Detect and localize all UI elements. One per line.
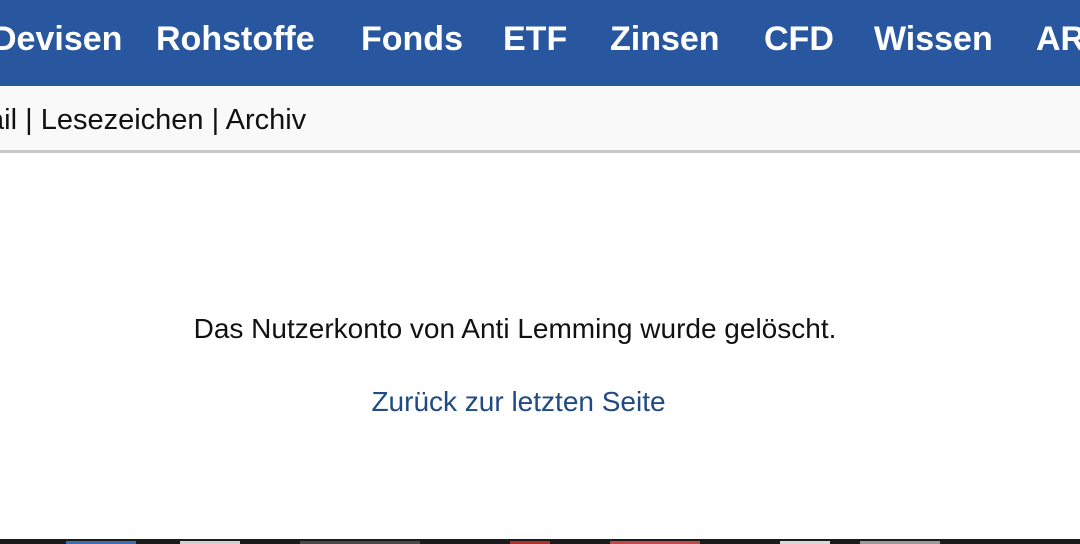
sub-nav-link-lesezeichen[interactable]: Lesezeichen [41, 104, 204, 136]
nav-item-devisen[interactable]: Devisen [0, 18, 122, 60]
nav-item-zinsen[interactable]: Zinsen [610, 18, 720, 60]
top-navigation-bar: Devisen Rohstoffe Fonds ETF Zinsen CFD W… [0, 0, 1080, 86]
back-to-last-page-link[interactable]: Zurück zur letzten Seite [371, 386, 665, 417]
secondary-navigation-bar: ail | Lesezeichen | Archiv [0, 86, 1080, 153]
sub-nav-link-archiv[interactable]: Archiv [226, 104, 307, 136]
nav-item-wissen[interactable]: Wissen [874, 18, 993, 60]
bottom-banner-edge [0, 539, 1080, 544]
account-deleted-message: Das Nutzerkonto von Anti Lemming wurde g… [193, 313, 837, 344]
nav-item-ar[interactable]: AR [1036, 18, 1080, 60]
nav-item-etf[interactable]: ETF [503, 18, 567, 60]
secondary-nav-links: ail | Lesezeichen | Archiv [0, 102, 306, 138]
back-link-row: Zurück zur letzten Seite [0, 384, 1037, 420]
sub-nav-link-email[interactable]: ail [0, 104, 17, 136]
main-content: Das Nutzerkonto von Anti Lemming wurde g… [0, 153, 1080, 539]
nav-item-fonds[interactable]: Fonds [361, 18, 463, 60]
nav-separator: | [211, 104, 220, 136]
nav-item-cfd[interactable]: CFD [764, 18, 834, 60]
nav-item-rohstoffe[interactable]: Rohstoffe [156, 18, 315, 60]
nav-separator: | [25, 104, 33, 136]
